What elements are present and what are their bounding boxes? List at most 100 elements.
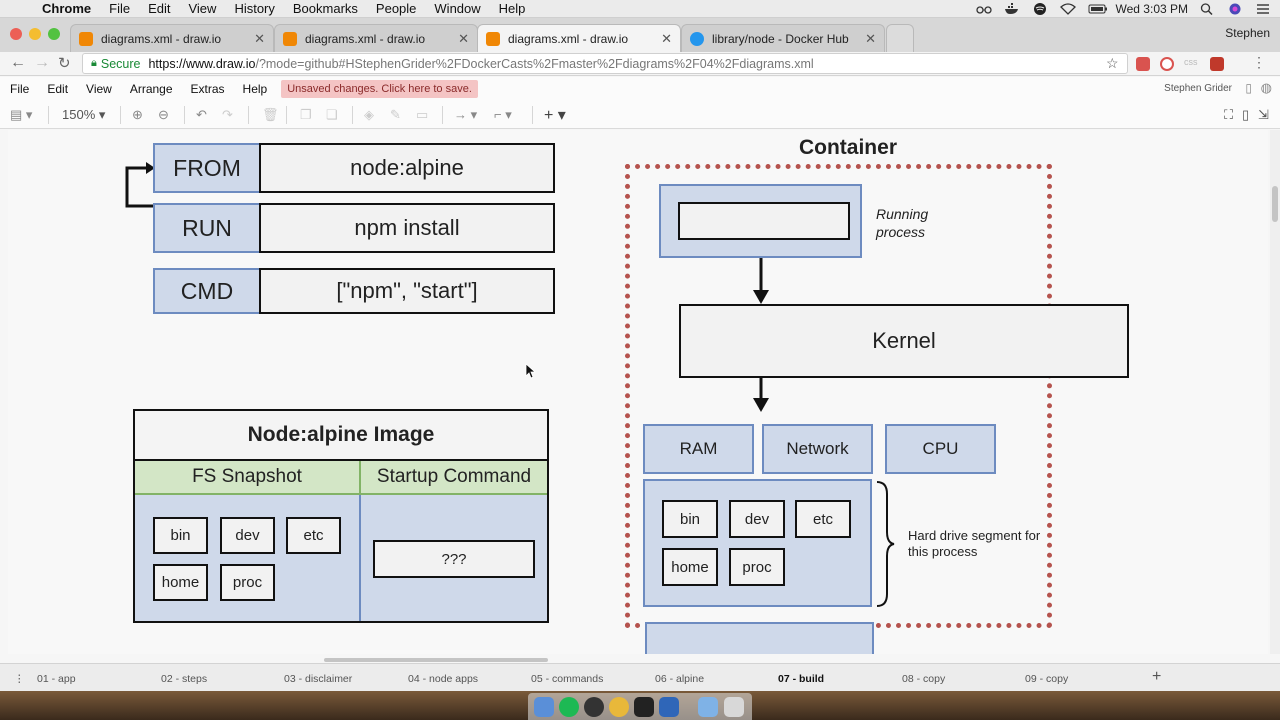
- to-front-icon[interactable]: ❐: [300, 107, 312, 123]
- folder-proc[interactable]: proc: [220, 564, 275, 601]
- menubar-item-people[interactable]: People: [367, 1, 425, 16]
- spotify-icon[interactable]: [1032, 3, 1048, 15]
- folder-dock-icon[interactable]: [698, 697, 718, 717]
- page-tab[interactable]: 04 - node apps: [408, 673, 478, 685]
- line-color-icon[interactable]: ✎: [390, 107, 401, 123]
- page-tab-active[interactable]: 07 - build: [778, 673, 824, 685]
- extension-icon[interactable]: [1136, 57, 1150, 71]
- container-folder-etc[interactable]: etc: [795, 500, 851, 538]
- drawio-menu-extras[interactable]: Extras: [181, 82, 233, 96]
- page-tab[interactable]: 08 - copy: [902, 673, 945, 685]
- toggle-panel-icon[interactable]: ▯: [1242, 107, 1249, 123]
- docker-icon[interactable]: [1004, 3, 1020, 15]
- ublock-extension-icon[interactable]: [1210, 57, 1224, 71]
- fill-color-icon[interactable]: ◈: [364, 107, 374, 123]
- menubar-item-help[interactable]: Help: [490, 1, 535, 16]
- minimize-window-button[interactable]: [29, 28, 41, 40]
- fullscreen-icon[interactable]: ⛶: [1224, 107, 1233, 123]
- instruction-value-cmd[interactable]: ["npm", "start"]: [259, 268, 555, 314]
- menubar-item-edit[interactable]: Edit: [139, 1, 179, 16]
- collapse-icon[interactable]: ⇲: [1258, 107, 1269, 123]
- container-folder-bin[interactable]: bin: [662, 500, 718, 538]
- drawio-menu-view[interactable]: View: [76, 82, 120, 96]
- container-folder-home[interactable]: home: [662, 548, 718, 586]
- zoom-in-icon[interactable]: ⊕: [132, 107, 143, 123]
- instruction-keyword-cmd[interactable]: CMD: [153, 268, 261, 314]
- browser-tab-active[interactable]: diagrams.xml - draw.io ✕: [477, 24, 681, 52]
- instruction-keyword-run[interactable]: RUN: [153, 203, 261, 253]
- horizontal-scrollbar[interactable]: [324, 658, 548, 662]
- instruction-keyword-from[interactable]: FROM: [153, 143, 261, 193]
- vscode-dock-icon[interactable]: [659, 697, 679, 717]
- close-window-button[interactable]: [10, 28, 22, 40]
- menubar-item-bookmarks[interactable]: Bookmarks: [284, 1, 367, 16]
- container-folder-dev[interactable]: dev: [729, 500, 785, 538]
- connection-style-icon[interactable]: → ▾: [454, 107, 477, 123]
- glasses-icon[interactable]: [975, 3, 992, 15]
- wifi-icon[interactable]: [1059, 3, 1076, 15]
- maximize-window-button[interactable]: [48, 28, 60, 40]
- kernel-block[interactable]: Kernel: [679, 304, 1129, 378]
- finder-icon[interactable]: [534, 697, 554, 717]
- page-tab[interactable]: 03 - disclaimer: [284, 673, 352, 685]
- browser-tab[interactable]: library/node - Docker Hub ✕: [681, 24, 885, 52]
- reload-icon[interactable]: ↻: [58, 54, 71, 72]
- obs-dock-icon[interactable]: [584, 697, 604, 717]
- folder-home[interactable]: home: [153, 564, 208, 601]
- undo-icon[interactable]: ↶: [196, 107, 207, 123]
- page-tab[interactable]: 05 - commands: [531, 673, 603, 685]
- partial-block[interactable]: [645, 622, 874, 654]
- menubar-item-history[interactable]: History: [225, 1, 283, 16]
- resource-cpu[interactable]: CPU: [885, 424, 996, 474]
- globe-icon[interactable]: ◍: [1261, 80, 1272, 96]
- drawio-menu-arrange[interactable]: Arrange: [120, 82, 181, 96]
- chrome-menu-icon[interactable]: ⋮: [1252, 54, 1266, 71]
- drawio-user-name[interactable]: Stephen Grider: [1164, 83, 1232, 94]
- drawio-menu-help[interactable]: Help: [233, 82, 276, 96]
- terminal-dock-icon[interactable]: [634, 697, 654, 717]
- menubar-item-window[interactable]: Window: [425, 1, 489, 16]
- folder-etc[interactable]: etc: [286, 517, 341, 554]
- delete-icon[interactable]: 🗑︎: [262, 107, 279, 123]
- siri-icon[interactable]: [1228, 3, 1244, 15]
- address-bar[interactable]: 🔒︎ Secure https://www.draw.io /?mode=git…: [82, 53, 1128, 74]
- page-tab[interactable]: 01 - app: [37, 673, 76, 685]
- resource-network[interactable]: Network: [762, 424, 873, 474]
- shadow-icon[interactable]: ▭: [416, 107, 428, 123]
- zoom-select[interactable]: 150% ▾: [62, 107, 105, 123]
- close-tab-icon[interactable]: ✕: [661, 31, 672, 47]
- close-tab-icon[interactable]: ✕: [254, 31, 265, 47]
- redo-icon[interactable]: ↷: [222, 107, 233, 123]
- close-tab-icon[interactable]: ✕: [865, 31, 876, 47]
- back-icon[interactable]: ←: [10, 54, 26, 72]
- page-tab[interactable]: 02 - steps: [161, 673, 207, 685]
- menubar-app-name[interactable]: Chrome: [38, 1, 100, 16]
- pages-menu-icon[interactable]: ⋮: [14, 673, 25, 685]
- menubar-item-file[interactable]: File: [100, 1, 139, 16]
- file-icon[interactable]: ▯: [1245, 81, 1252, 95]
- zoom-out-icon[interactable]: ⊖: [158, 107, 169, 123]
- container-folder-proc[interactable]: proc: [729, 548, 785, 586]
- page-tab[interactable]: 09 - copy: [1025, 673, 1068, 685]
- forward-icon[interactable]: →: [34, 54, 50, 72]
- resource-ram[interactable]: RAM: [643, 424, 754, 474]
- format-panel-icon[interactable]: ▤ ▾: [10, 107, 32, 123]
- waypoints-icon[interactable]: ⌐ ▾: [494, 107, 512, 123]
- spotify-dock-icon[interactable]: [559, 697, 579, 717]
- add-page-icon[interactable]: +: [1152, 668, 1161, 686]
- diagram-canvas[interactable]: FROM node:alpine RUN npm install CMD ["n…: [8, 130, 1268, 654]
- battery-icon[interactable]: [1088, 3, 1107, 15]
- browser-tab[interactable]: diagrams.xml - draw.io ✕: [274, 24, 478, 52]
- new-tab-button[interactable]: [886, 24, 914, 52]
- insert-plus-icon[interactable]: + ▾: [544, 105, 566, 125]
- unsaved-changes-button[interactable]: Unsaved changes. Click here to save.: [281, 80, 478, 98]
- profile-name[interactable]: Stephen: [1225, 26, 1270, 40]
- menubar-item-view[interactable]: View: [179, 1, 225, 16]
- hard-drive-segment[interactable]: [643, 479, 872, 607]
- close-tab-icon[interactable]: ✕: [458, 31, 469, 47]
- opera-extension-icon[interactable]: [1160, 57, 1174, 71]
- trash-dock-icon[interactable]: [724, 697, 744, 717]
- notification-center-icon[interactable]: [1256, 3, 1272, 15]
- drawio-menu-edit[interactable]: Edit: [37, 82, 76, 96]
- folder-dev[interactable]: dev: [220, 517, 275, 554]
